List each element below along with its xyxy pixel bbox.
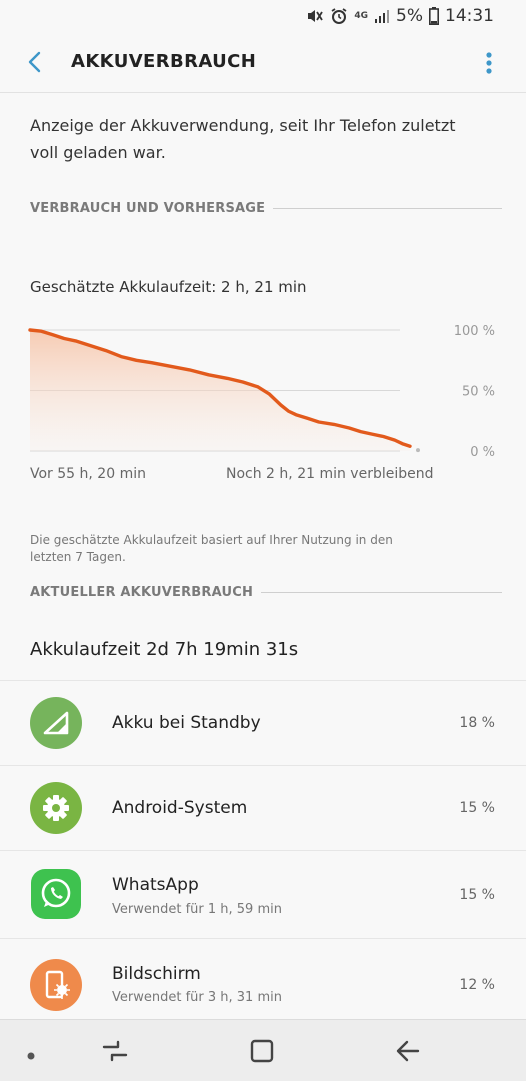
recent-apps-button[interactable] — [100, 1037, 130, 1069]
status-bar: 4G 5% 14:31 — [0, 0, 526, 34]
chart-x-label-start: Vor 55 h, 20 min — [30, 466, 146, 482]
list-item-whatsapp[interactable]: WhatsApp Verwendet für 1 h, 59 min 15 % — [0, 850, 526, 939]
battery-uptime: Akkulaufzeit 2d 7h 19min 31s — [30, 639, 299, 660]
back-nav-button[interactable] — [393, 1037, 423, 1069]
section-header-current: AKTUELLER AKKUVERBRAUCH — [30, 582, 502, 602]
item-percent: 15 % — [459, 800, 495, 816]
list-item-screen[interactable]: Bildschirm Verwendet für 3 h, 31 min 12 … — [0, 938, 526, 1020]
gear-icon — [30, 782, 82, 834]
item-name: Bildschirm — [112, 964, 201, 984]
item-percent: 12 % — [459, 977, 495, 993]
chart-y-tick-label: 100 % — [454, 324, 495, 339]
list-item-standby[interactable]: Akku bei Standby 18 % — [0, 680, 526, 766]
chart-y-tick-label: 50 % — [462, 385, 495, 400]
item-usage-time: Verwendet für 3 h, 31 min — [112, 990, 282, 1005]
mute-icon — [306, 7, 324, 25]
item-name: Android-System — [112, 798, 248, 818]
divider — [261, 591, 502, 593]
page-title: AKKUVERBRAUCH — [71, 51, 257, 72]
signal-icon — [374, 8, 390, 24]
more-options-button[interactable] — [478, 48, 500, 78]
battery-percent: 5% — [396, 6, 423, 26]
recent-apps-icon — [102, 1040, 128, 1062]
section-header-usage: VERBRAUCH UND VORHERSAGE — [30, 198, 502, 218]
divider — [273, 207, 502, 209]
prediction-end-dot — [416, 448, 420, 453]
back-button[interactable] — [22, 48, 50, 76]
navigation-bar — [0, 1019, 526, 1081]
app-bar: AKKUVERBRAUCH — [0, 34, 526, 93]
battery-icon — [429, 7, 439, 25]
section-header-label: AKTUELLER AKKUVERBRAUCH — [30, 584, 254, 600]
chart-y-tick-label: 0 % — [470, 445, 495, 460]
alarm-icon — [330, 7, 348, 25]
home-icon — [250, 1039, 274, 1063]
dot-indicator-icon — [26, 1046, 36, 1065]
item-percent: 18 % — [459, 715, 495, 731]
chart-x-label-end: Noch 2 h, 21 min verbleibend — [226, 466, 434, 482]
cell-signal-icon — [30, 697, 82, 749]
description: Anzeige der Akkuverwendung, seit Ihr Tel… — [30, 116, 456, 162]
item-name: WhatsApp — [112, 875, 199, 895]
back-nav-icon — [396, 1040, 420, 1062]
network-type: 4G — [354, 10, 369, 21]
list-item-android-system[interactable]: Android-System 15 % — [0, 765, 526, 851]
back-arrow-icon — [28, 51, 41, 73]
screen-brightness-icon — [30, 959, 82, 1011]
whatsapp-icon — [31, 869, 81, 919]
prediction-note: Die geschätzte Akkulaufzeit basiert auf … — [30, 533, 393, 564]
item-usage-time: Verwendet für 1 h, 59 min — [112, 902, 282, 917]
battery-usage-chart: 100 % 50 % 0 % — [28, 324, 495, 460]
home-button[interactable] — [248, 1037, 276, 1069]
clock: 14:31 — [445, 6, 494, 26]
estimated-battery-time: Geschätzte Akkulaufzeit: 2 h, 21 min — [30, 278, 307, 296]
item-name: Akku bei Standby — [112, 713, 261, 733]
more-vert-icon — [486, 52, 492, 74]
item-percent: 15 % — [459, 887, 495, 903]
section-header-label: VERBRAUCH UND VORHERSAGE — [30, 200, 266, 216]
